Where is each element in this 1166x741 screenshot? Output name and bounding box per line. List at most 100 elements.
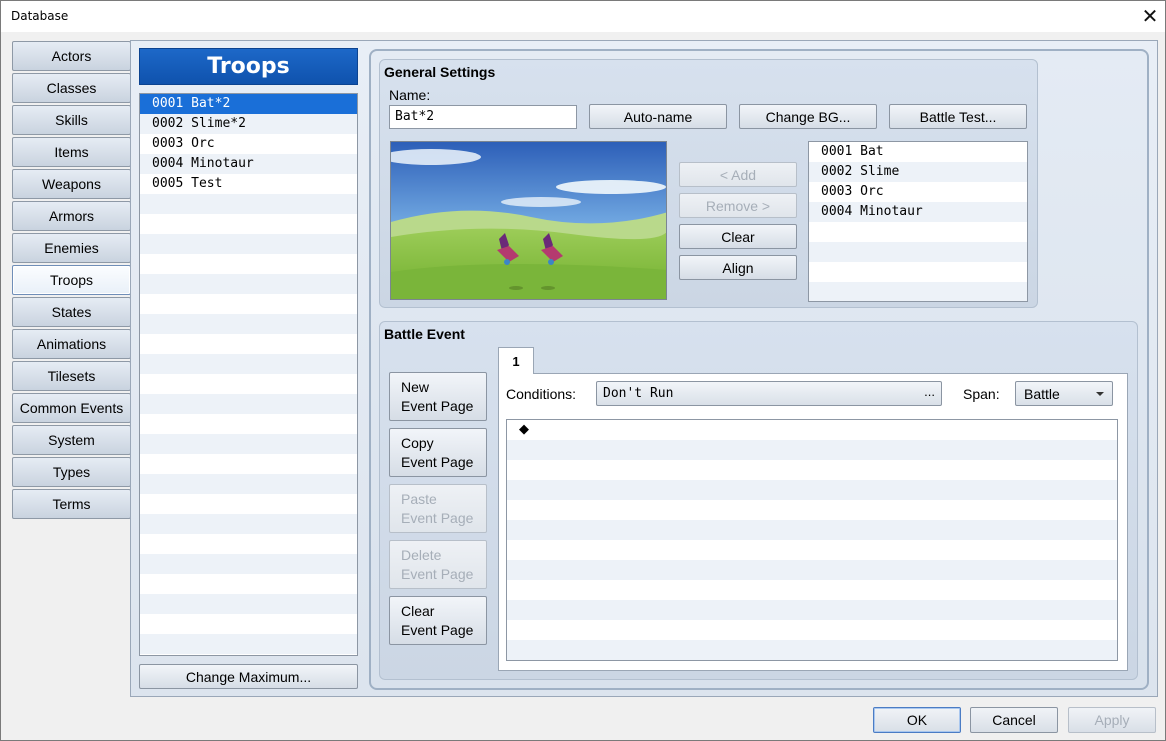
copy-event-page-button[interactable]: Copy Event Page	[389, 428, 487, 477]
clear-event-page-button[interactable]: Clear Event Page	[389, 596, 487, 645]
remove-enemy-button[interactable]: Remove >	[679, 193, 797, 218]
tab-event-page-1[interactable]: 1	[498, 347, 534, 374]
category-states[interactable]: States	[12, 297, 131, 327]
empty-row[interactable]	[140, 454, 357, 474]
change-bg-button[interactable]: Change BG...	[739, 104, 877, 129]
category-enemies[interactable]: Enemies	[12, 233, 131, 263]
empty-row[interactable]	[809, 242, 1027, 262]
apply-button[interactable]: Apply	[1068, 707, 1156, 733]
empty-row[interactable]	[507, 540, 1117, 560]
list-item[interactable]: 0002 Slime	[809, 162, 1027, 182]
empty-row[interactable]	[140, 334, 357, 354]
battle-test-button[interactable]: Battle Test...	[889, 104, 1027, 129]
empty-row[interactable]	[140, 514, 357, 534]
empty-row[interactable]	[140, 234, 357, 254]
new-event-page-line1: New	[401, 378, 430, 395]
enemy-list[interactable]: 0001 Bat 0002 Slime 0003 Orc 0004 Minotaur	[808, 141, 1028, 302]
empty-row[interactable]	[809, 222, 1027, 242]
empty-row[interactable]	[140, 574, 357, 594]
category-tilesets[interactable]: Tilesets	[12, 361, 131, 391]
title-bar: Database ✕	[1, 1, 1165, 32]
span-label: Span:	[963, 386, 1000, 402]
conditions-value: Don't Run	[603, 386, 674, 401]
empty-row[interactable]	[140, 634, 357, 654]
close-icon[interactable]: ✕	[1135, 1, 1165, 32]
list-item[interactable]: 0003 Orc	[809, 182, 1027, 202]
name-field[interactable]: Bat*2	[389, 105, 577, 129]
ok-button[interactable]: OK	[873, 707, 961, 733]
clear-enemies-button[interactable]: Clear	[679, 224, 797, 249]
event-command-row[interactable]: ◆	[507, 420, 1117, 440]
general-settings-title: General Settings	[384, 64, 496, 80]
empty-row[interactable]	[140, 554, 357, 574]
category-classes[interactable]: Classes	[12, 73, 131, 103]
auto-name-button[interactable]: Auto-name	[589, 104, 727, 129]
category-system[interactable]: System	[12, 425, 131, 455]
delete-event-page-line1: Delete	[401, 546, 442, 563]
empty-row[interactable]	[140, 394, 357, 414]
empty-row[interactable]	[140, 314, 357, 334]
category-items[interactable]: Items	[12, 137, 131, 167]
empty-row[interactable]	[507, 580, 1117, 600]
list-item[interactable]: 0001 Bat*2	[140, 94, 357, 114]
list-item[interactable]: 0004 Minotaur	[809, 202, 1027, 222]
empty-row[interactable]	[140, 434, 357, 454]
change-maximum-button[interactable]: Change Maximum...	[139, 664, 358, 689]
empty-row[interactable]	[507, 560, 1117, 580]
list-item[interactable]: 0001 Bat	[809, 142, 1027, 162]
category-troops[interactable]: Troops	[12, 265, 131, 295]
add-enemy-button[interactable]: < Add	[679, 162, 797, 187]
empty-row[interactable]	[507, 440, 1117, 460]
category-weapons[interactable]: Weapons	[12, 169, 131, 199]
new-event-page-button[interactable]: New Event Page	[389, 372, 487, 421]
empty-row[interactable]	[140, 474, 357, 494]
empty-row[interactable]	[809, 282, 1027, 301]
empty-row[interactable]	[507, 460, 1117, 480]
new-event-page-line2: Event Page	[401, 397, 474, 414]
empty-row[interactable]	[140, 274, 357, 294]
empty-row[interactable]	[507, 500, 1117, 520]
empty-row[interactable]	[507, 480, 1117, 500]
empty-row[interactable]	[507, 520, 1117, 540]
category-armors[interactable]: Armors	[12, 201, 131, 231]
delete-event-page-button[interactable]: Delete Event Page	[389, 540, 487, 589]
empty-row[interactable]	[140, 414, 357, 434]
empty-row[interactable]	[140, 614, 357, 634]
empty-row[interactable]	[507, 620, 1117, 640]
empty-row[interactable]	[140, 494, 357, 514]
conditions-label: Conditions:	[506, 386, 577, 402]
battle-preview[interactable]	[390, 141, 667, 300]
clear-event-page-line2: Event Page	[401, 621, 474, 638]
span-select[interactable]: Battle	[1015, 381, 1113, 406]
category-common-events[interactable]: Common Events	[12, 393, 131, 423]
align-enemies-button[interactable]: Align	[679, 255, 797, 280]
troop-list[interactable]: 0001 Bat*2 0002 Slime*2 0003 Orc 0004 Minot…	[139, 93, 358, 656]
database-window: Database ✕ Actors Classes Skills Items Weapo…	[0, 0, 1166, 741]
empty-row[interactable]	[140, 534, 357, 554]
paste-event-page-line2: Event Page	[401, 509, 474, 526]
category-types[interactable]: Types	[12, 457, 131, 487]
empty-row[interactable]	[140, 194, 357, 214]
event-command-list[interactable]: ◆	[506, 419, 1118, 661]
list-item[interactable]: 0003 Orc	[140, 134, 357, 154]
empty-row[interactable]	[140, 294, 357, 314]
empty-row[interactable]	[140, 354, 357, 374]
copy-event-page-line1: Copy	[401, 434, 434, 451]
category-skills[interactable]: Skills	[12, 105, 131, 135]
empty-row[interactable]	[140, 214, 357, 234]
conditions-field[interactable]: Don't Run ...	[596, 381, 942, 406]
empty-row[interactable]	[140, 594, 357, 614]
empty-row[interactable]	[140, 254, 357, 274]
empty-row[interactable]	[140, 374, 357, 394]
list-item[interactable]: 0005 Test	[140, 174, 357, 194]
category-terms[interactable]: Terms	[12, 489, 131, 519]
category-animations[interactable]: Animations	[12, 329, 131, 359]
list-item[interactable]: 0004 Minotaur	[140, 154, 357, 174]
empty-row[interactable]	[507, 600, 1117, 620]
category-actors[interactable]: Actors	[12, 41, 131, 71]
paste-event-page-button[interactable]: Paste Event Page	[389, 484, 487, 533]
empty-row[interactable]	[809, 262, 1027, 282]
empty-row[interactable]	[507, 640, 1117, 660]
list-item[interactable]: 0002 Slime*2	[140, 114, 357, 134]
cancel-button[interactable]: Cancel	[970, 707, 1058, 733]
